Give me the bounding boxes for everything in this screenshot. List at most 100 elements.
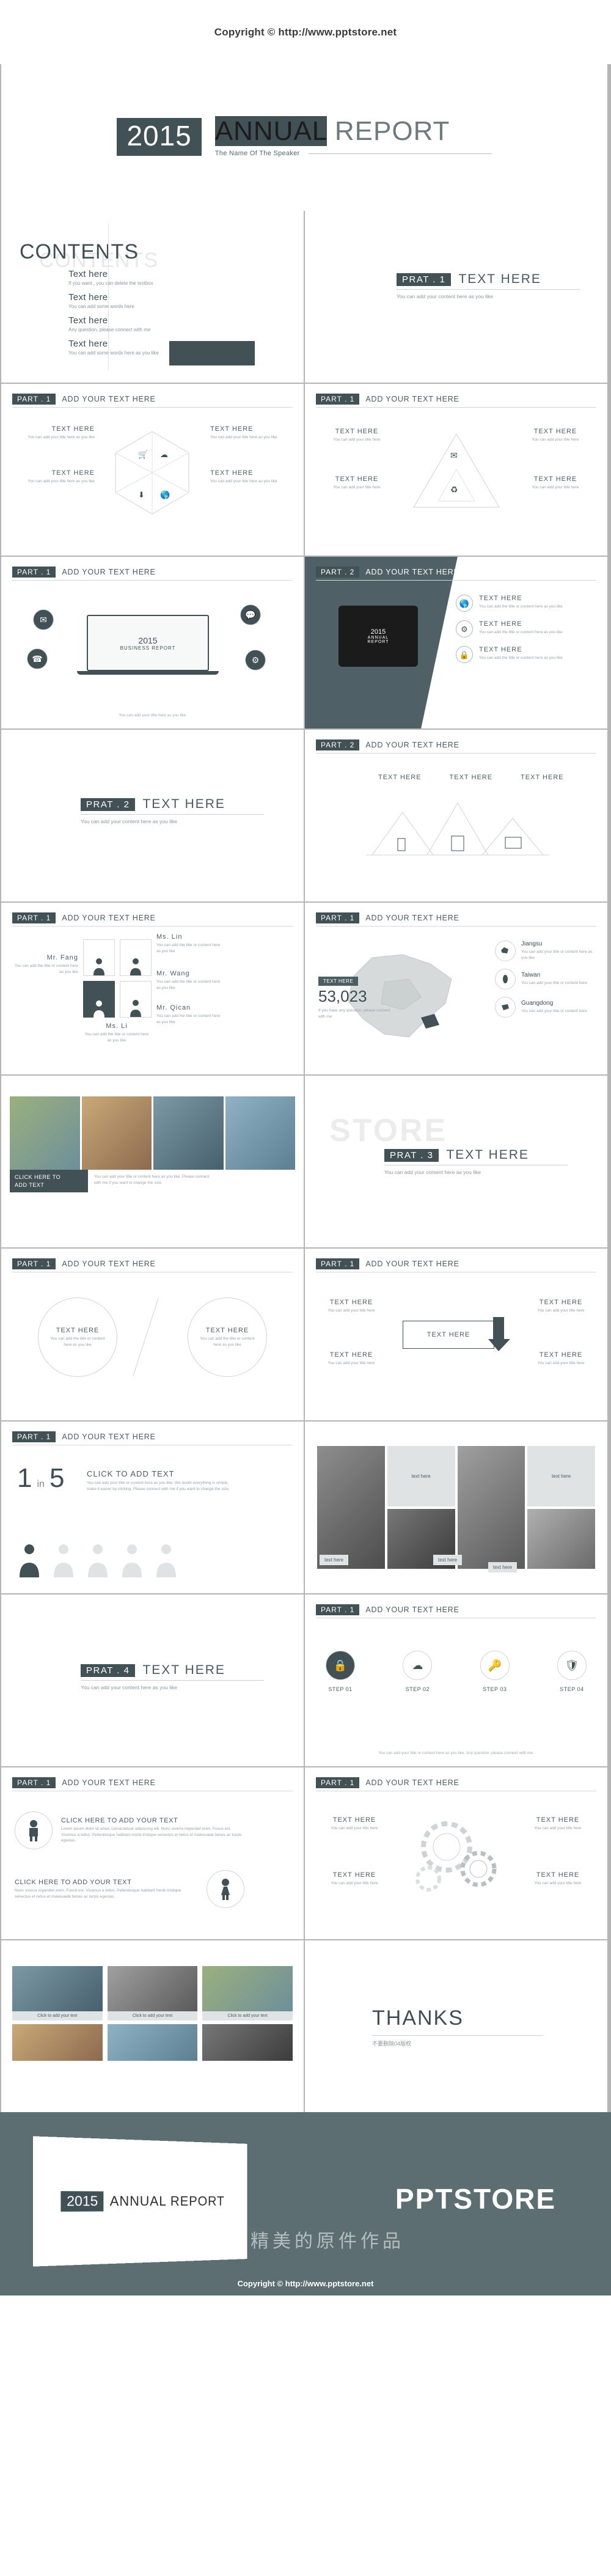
part-tag: PART . 1 <box>12 567 56 578</box>
grid-label[interactable]: text here <box>320 1555 348 1565</box>
slide-section-4[interactable]: PRAT . 4 TEXT HERE You can add your cont… <box>1 1594 304 1766</box>
part-tag: PART . 2 <box>316 567 359 578</box>
step-item[interactable]: ☁ STEP 02 <box>403 1651 432 1692</box>
slide-two-circles[interactable]: PART . 1 ADD YOUR TEXT HERE TEXT HERE Yo… <box>1 1249 304 1420</box>
section-divider <box>81 814 264 815</box>
arrow-corner-title: TEXT HERE <box>530 1299 591 1306</box>
slide-persons[interactable]: PART . 1 ADD YOUR TEXT HERE CLICK HERE T… <box>1 1767 304 1939</box>
list-item[interactable]: Taiwan You can add your title or content… <box>495 969 599 989</box>
list-item[interactable]: Text here Any question, please connect w… <box>68 315 221 332</box>
person-desc: You can add the title or content here as… <box>156 942 224 955</box>
tri-block-title: TEXT HERE <box>323 475 390 483</box>
grid-label[interactable]: text here <box>488 1562 517 1572</box>
photo-tile[interactable] <box>10 1096 80 1170</box>
gear-icon[interactable]: ⚙ <box>245 650 266 670</box>
part-header: PART . 1 ADD YOUR TEXT HERE <box>12 912 293 927</box>
card[interactable]: Click to add your text <box>12 1966 103 2061</box>
phone-icon[interactable]: ☎ <box>27 648 48 669</box>
triangle-diagram-icon: ✉ ♻ <box>408 427 505 518</box>
person-row[interactable]: CLICK HERE TO ADD YOUR TEXT Nunc viverra… <box>15 1870 244 1908</box>
step-label: STEP 03 <box>480 1686 510 1692</box>
photo-label-tile[interactable]: text here <box>387 1446 455 1506</box>
slide-title[interactable]: 2015 ANNUAL REPORT The Name Of The Speak… <box>1 64 607 211</box>
list-item[interactable]: Guangdong You can add your title or cont… <box>495 997 599 1018</box>
photo-tile[interactable] <box>317 1446 385 1569</box>
step-item[interactable]: 🔒 STEP 01 <box>326 1651 355 1692</box>
download-icon: ⬇ <box>138 490 145 499</box>
photo-tile[interactable] <box>527 1509 595 1569</box>
region-name: Jiangsu <box>521 941 599 947</box>
part-title: ADD YOUR TEXT HERE <box>62 1433 155 1441</box>
part-header: PART . 1 ADD YOUR TEXT HERE <box>316 394 596 408</box>
person-desc: You can add the title or content here as… <box>156 979 224 991</box>
slide-cards[interactable]: Click to add your text Click to add your… <box>1 1940 304 2112</box>
slide-steps[interactable]: PART . 1 ADD YOUR TEXT HERE 🔒 STEP 01 ☁ … <box>305 1594 607 1766</box>
circle-left[interactable]: TEXT HERE You can add the title or conte… <box>38 1297 117 1377</box>
slide-section-1[interactable]: PRAT . 1 TEXT HERE You can add your cont… <box>305 211 607 383</box>
card-label: Click to add your text <box>202 2011 293 2020</box>
slide-section-2[interactable]: PRAT . 2 TEXT HERE You can add your cont… <box>1 730 304 901</box>
step-label: STEP 04 <box>557 1686 587 1692</box>
list-item[interactable]: Text here You can add some words here <box>68 292 221 309</box>
hex-block-desc: You can add your title here as you like <box>210 435 287 441</box>
photo-label-tile[interactable]: text here <box>527 1446 595 1506</box>
step-item[interactable]: 🛡 STEP 04 <box>557 1651 587 1692</box>
slide-arrow[interactable]: PART . 1 ADD YOUR TEXT HERE TEXT HERE Yo… <box>305 1249 607 1420</box>
slide-laptop[interactable]: PART . 1 ADD YOUR TEXT HERE 2015 BUSINES… <box>1 557 304 728</box>
photo-tile[interactable] <box>458 1446 525 1569</box>
slide-thanks[interactable]: THANKS 不要删除04版权 <box>305 1940 607 2112</box>
part-header: PART . 2 ADD YOUR TEXT HERE <box>316 567 596 581</box>
slide-ratio[interactable]: PART . 1 ADD YOUR TEXT HERE 1 in 5 CLICK… <box>1 1422 304 1593</box>
person-row[interactable]: CLICK HERE TO ADD YOUR TEXT Lorem ipsum … <box>15 1811 244 1849</box>
list-item[interactable]: ⚙ TEXT HERE You can add the title or con… <box>456 620 596 637</box>
person-icon <box>51 1543 76 1577</box>
list-item[interactable]: Text here If you want , you can delete t… <box>68 269 221 286</box>
card[interactable]: Click to add your text <box>202 1966 293 2061</box>
ratio-denominator: 5 <box>49 1463 64 1494</box>
person-name: Mr. Qican <box>156 1004 224 1011</box>
part-title: ADD YOUR TEXT HERE <box>62 395 155 403</box>
ratio-word: in <box>37 1479 44 1490</box>
woman-icon <box>207 1870 244 1908</box>
slide-photo-strip[interactable]: CLICK HERE TO ADD TEXT You can add your … <box>1 1076 304 1247</box>
slide-gears[interactable]: PART . 1 ADD YOUR TEXT HERE TEXT HERE Yo… <box>305 1767 607 1939</box>
photo-tile[interactable] <box>82 1096 152 1170</box>
ratio-body: You can add your title or content here a… <box>87 1480 233 1492</box>
section-title: TEXT HERE <box>458 272 541 287</box>
grid-label[interactable]: text here <box>433 1555 462 1565</box>
contents-item-desc: If you want , you can delete the textbox <box>68 281 221 286</box>
circle-right[interactable]: TEXT HERE You can add the title or conte… <box>188 1297 267 1377</box>
mountain-chart-icon <box>366 791 549 858</box>
step-item[interactable]: 🔑 STEP 03 <box>480 1651 510 1692</box>
cloud-icon: ☁ <box>160 450 168 459</box>
photo-caption[interactable]: CLICK HERE TO ADD TEXT <box>10 1170 88 1192</box>
card[interactable]: Click to add your text <box>108 1966 198 2061</box>
photo-tile[interactable] <box>153 1096 224 1170</box>
list-item[interactable]: 🔒 TEXT HERE You can add the title or con… <box>456 646 596 663</box>
slide-contents[interactable]: CONTENTS CONTENTS Text here If you want … <box>1 211 304 383</box>
slide-section-3[interactable]: STORE PRAT . 3 TEXT HERE You can add you… <box>305 1076 607 1247</box>
hex-block-title: TEXT HERE <box>18 425 95 433</box>
tablet-item-desc: You can add the title or content here as… <box>479 655 563 661</box>
mail-icon[interactable]: ✉ <box>33 609 54 630</box>
slide-triangle[interactable]: PART . 1 ADD YOUR TEXT HERE TEXT HERE Yo… <box>305 384 607 556</box>
grid-label: text here <box>552 1473 571 1479</box>
banner-copyright: Copyright © http://www.pptstore.net <box>0 2279 611 2288</box>
copyright-header: Copyright © http://www.pptstore.net <box>0 0 611 64</box>
slide-photo-grid[interactable]: text here text here text here text here … <box>305 1422 607 1593</box>
person-icon <box>154 1543 178 1577</box>
photo-tile[interactable] <box>225 1096 296 1170</box>
thanks-subtitle: 不要删除04版权 <box>372 2039 543 2047</box>
hex-block-title: TEXT HERE <box>210 469 287 477</box>
slide-map[interactable]: PART . 1 ADD YOUR TEXT HERE TEXT HERE 53… <box>305 903 607 1074</box>
circle-desc: You can add the title or content here as… <box>198 1336 257 1348</box>
list-item[interactable]: 🌎 TEXT HERE You can add the title or con… <box>456 595 596 612</box>
slide-people[interactable]: PART . 1 ADD YOUR TEXT HERE Mr. Fang You… <box>1 903 304 1074</box>
list-item[interactable]: Jiangsu You can add your title or conten… <box>495 941 599 961</box>
slide-hexagon[interactable]: PART . 1 ADD YOUR TEXT HERE TEXT HERE Yo… <box>1 384 304 556</box>
speaker-name: The Name Of The Speaker <box>215 150 300 157</box>
slide-tablet[interactable]: PART . 2 ADD YOUR TEXT HERE 2015 ANNUAL … <box>305 557 607 728</box>
part-title: ADD YOUR TEXT HERE <box>365 1778 459 1787</box>
slide-mountain[interactable]: PART . 2 ADD YOUR TEXT HERE TEXT HERE TE… <box>305 730 607 901</box>
chat-icon[interactable]: 💬 <box>240 604 261 625</box>
